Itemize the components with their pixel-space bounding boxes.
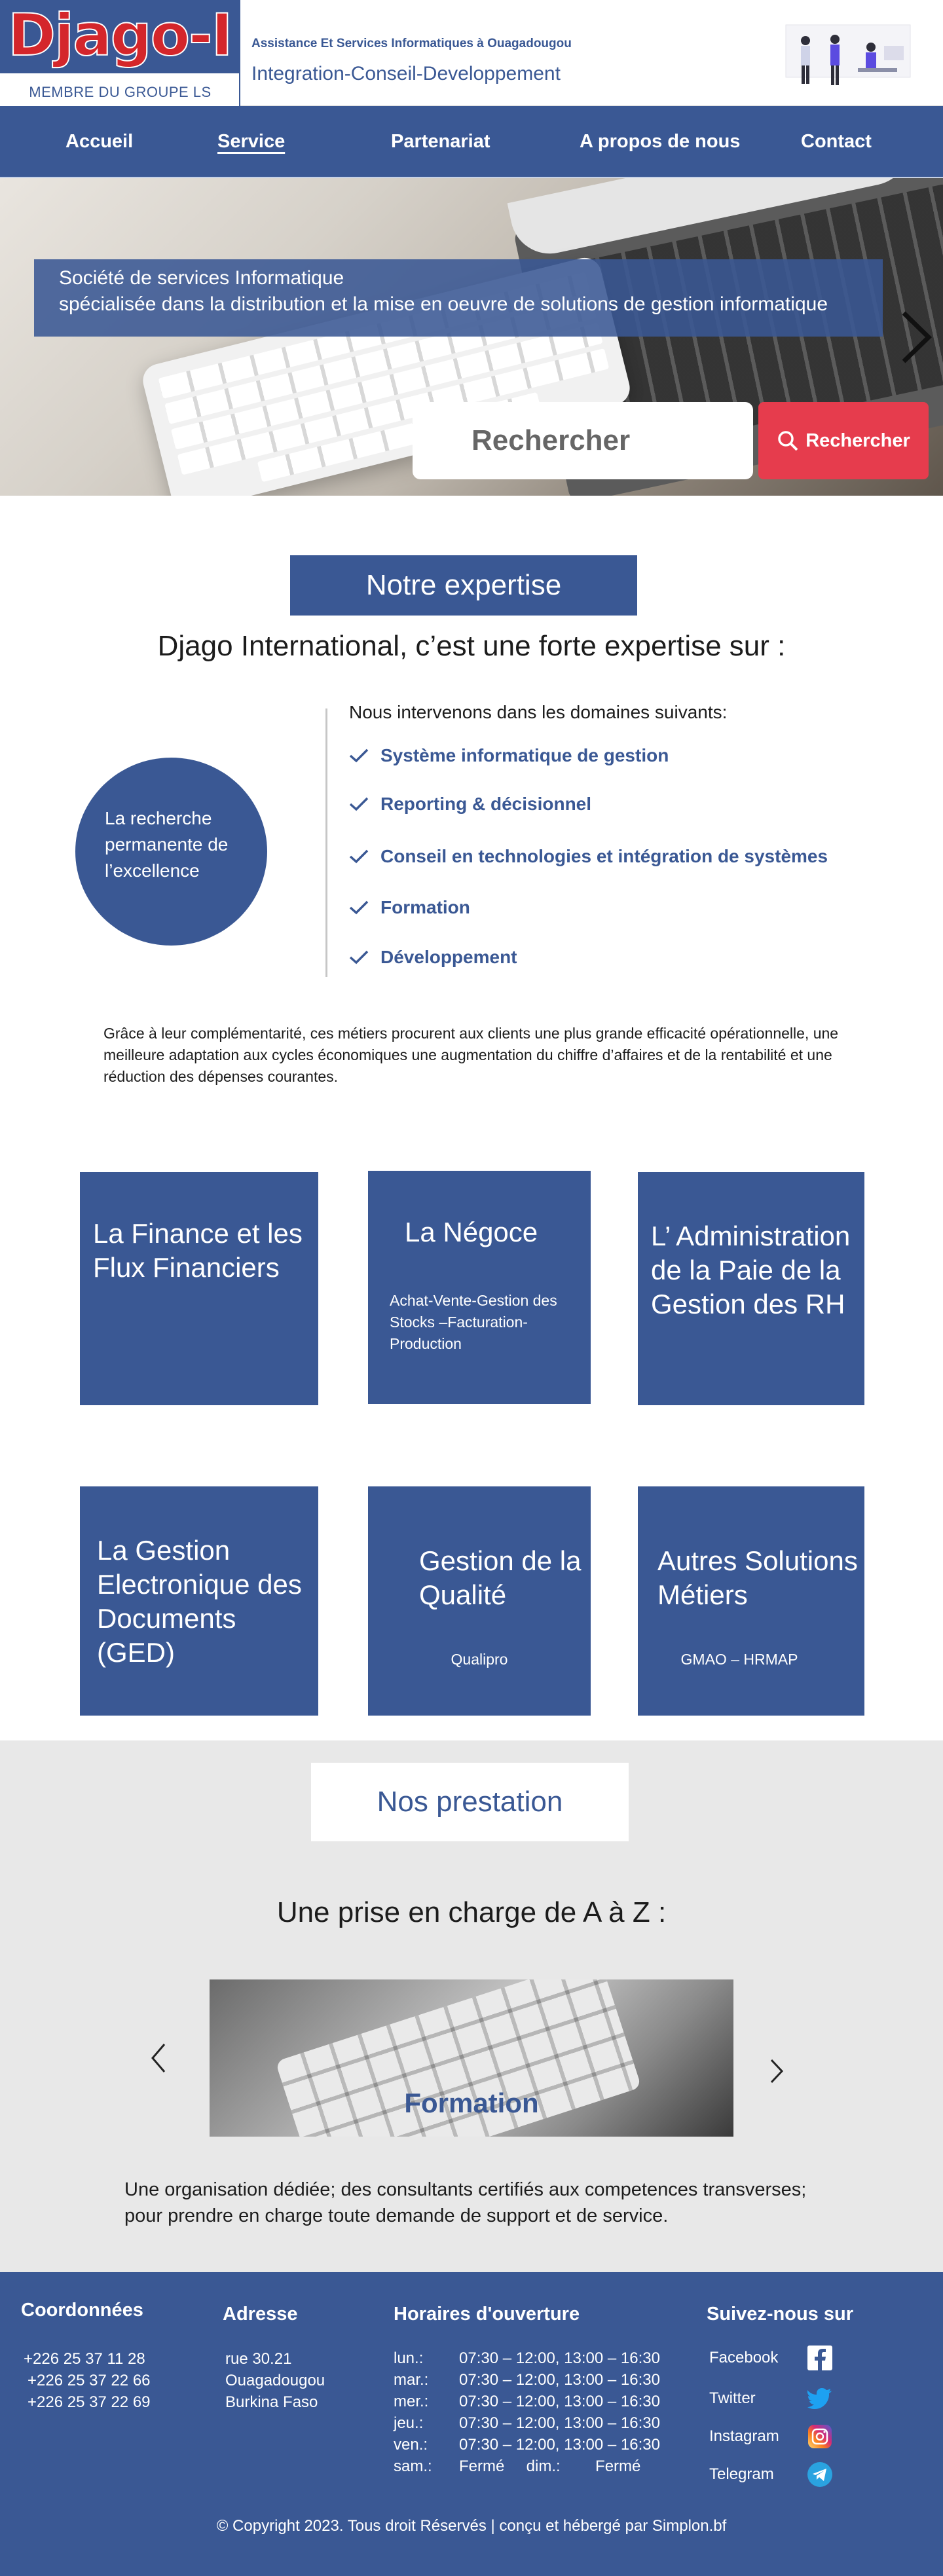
social-instagram[interactable]: Instagram — [709, 2424, 832, 2449]
prestation-subtitle: Une prise en charge de A à Z : — [276, 1896, 667, 1928]
excellence-circle-text: La recherche permanente de l’excellence — [105, 808, 229, 881]
footer-phone[interactable]: +226 25 37 22 69 — [28, 2391, 151, 2413]
hours-row: jeu.: 07:30 – 12:00, 13:00 – 16:30 — [394, 2414, 660, 2432]
carousel-next-icon[interactable] — [766, 2055, 788, 2088]
prestation-title: Nos prestation — [377, 1786, 563, 1818]
nav-partenariat[interactable]: Partenariat — [391, 131, 490, 153]
search-input[interactable] — [413, 402, 753, 479]
card-negoce[interactable]: La Négoce Achat-Vente-Gestion des Stocks… — [368, 1171, 591, 1404]
card-title: La Négoce — [405, 1217, 538, 1247]
social-facebook[interactable]: Facebook — [709, 2346, 832, 2370]
card-autres-solutions[interactable]: Autres Solutions Métiers GMAO – HRMAP — [638, 1486, 864, 1716]
prestation-title-box: Nos prestation — [311, 1763, 629, 1841]
footer-phone[interactable]: +226 25 37 22 66 — [28, 2370, 151, 2391]
hero-next-arrow-icon[interactable] — [895, 308, 934, 367]
expertise-title-box: Notre expertise — [290, 555, 637, 616]
copyright: © Copyright 2023. Tous droit Réservés | … — [216, 2517, 727, 2535]
check-icon — [349, 748, 369, 763]
card-title: Autres Solutions Métiers — [657, 1545, 858, 1610]
footer-hours-title: Horaires d'ouverture — [394, 2304, 580, 2325]
check-icon — [349, 900, 369, 915]
divider — [325, 708, 327, 977]
nav-a-propos[interactable]: A propos de nous — [580, 131, 740, 153]
social-telegram[interactable]: Telegram — [709, 2462, 832, 2487]
domain-item: Conseil en technologies et intégration d… — [349, 846, 828, 867]
card-paie-rh[interactable]: L’ Administration de la Paie de la Gesti… — [638, 1172, 864, 1405]
header-tagline-main: Integration-Conseil-Developpement — [251, 63, 561, 84]
card-title: Gestion de la Qualité — [419, 1545, 582, 1610]
footer-address-line: rue 30.21 — [225, 2350, 292, 2368]
footer-coords-title: Coordonnées — [21, 2300, 143, 2321]
nav-accueil[interactable]: Accueil — [65, 131, 133, 153]
footer-address-line: Burkina Faso — [225, 2393, 318, 2411]
expertise-paragraph: Grâce à leur complémentarité, ces métier… — [103, 1025, 839, 1085]
carousel-caption: Formation — [404, 2088, 539, 2118]
team-illustration — [773, 20, 917, 97]
search-button-label: Rechercher — [805, 430, 910, 451]
expertise-subtitle: Djago International, c’est une forte exp… — [157, 630, 786, 662]
footer-phone[interactable]: +226 25 37 11 28 — [24, 2348, 145, 2370]
hero-caption-line2: spécialisée dans la distribution et la m… — [59, 293, 828, 315]
instagram-icon — [807, 2424, 832, 2449]
nav-contact[interactable]: Contact — [801, 131, 872, 153]
expertise-title: Notre expertise — [365, 569, 562, 601]
hours-row: ven.: 07:30 – 12:00, 13:00 – 16:30 — [394, 2436, 660, 2454]
telegram-icon — [807, 2462, 832, 2487]
domains-intro: Nous intervenons dans les domaines suiva… — [349, 702, 728, 722]
footer-address-line: Ouagadougou — [225, 2372, 325, 2389]
card-qualite[interactable]: Gestion de la Qualité Qualipro — [368, 1486, 591, 1716]
social-twitter[interactable]: Twitter — [709, 2386, 832, 2411]
footer-address-title: Adresse — [223, 2304, 298, 2325]
logo-subtitle: MEMBRE DU GROUPE LS — [29, 84, 212, 100]
check-icon — [349, 849, 369, 864]
card-title: L’ Administration de la Paie de la Gesti… — [651, 1221, 851, 1319]
check-icon — [349, 950, 369, 965]
domain-item: Système informatique de gestion — [349, 745, 669, 766]
logo-text: Djago-I — [7, 1, 233, 69]
hours-row: lun.: 07:30 – 12:00, 13:00 – 16:30 — [394, 2349, 660, 2367]
footer-social-title: Suivez-nous sur — [707, 2304, 853, 2325]
nav-service[interactable]: Service — [217, 131, 285, 153]
search-icon — [778, 431, 798, 451]
card-finance[interactable]: La Finance et les Flux Financiers — [80, 1172, 318, 1405]
hero-caption-line1: Société de services Informatique — [59, 267, 344, 289]
main-nav: Accueil Service Partenariat A propos de … — [0, 106, 943, 178]
search-button[interactable]: Rechercher — [758, 402, 929, 479]
card-title: La Gestion Electronique des Documents (G… — [97, 1535, 302, 1668]
carousel-prev-icon[interactable] — [147, 2042, 170, 2074]
hours-row: mer.: 07:30 – 12:00, 13:00 – 16:30 — [394, 2393, 660, 2410]
card-title: La Finance et les Flux Financiers — [93, 1218, 303, 1283]
domain-item: Formation — [349, 897, 470, 918]
hours-row: mar.: 07:30 – 12:00, 13:00 – 16:30 — [394, 2371, 660, 2389]
card-subtitle: GMAO – HRMAP — [680, 1651, 798, 1668]
prestation-paragraph: Une organisation dédiée; des consultants… — [124, 2179, 807, 2226]
domain-item: Développement — [349, 947, 517, 968]
check-icon — [349, 797, 369, 811]
logo[interactable]: Djago-I MEMBRE DU GROUPE LS — [0, 0, 240, 106]
card-ged[interactable]: La Gestion Electronique des Documents (G… — [80, 1486, 318, 1716]
card-subtitle: Qualipro — [451, 1651, 508, 1668]
facebook-icon — [807, 2346, 832, 2370]
twitter-icon — [807, 2386, 832, 2411]
site-header: Djago-I MEMBRE DU GROUPE LS Assistance E… — [0, 0, 943, 106]
header-tagline-small: Assistance Et Services Informatiques à O… — [251, 37, 572, 50]
card-subtitle: Achat-Vente-Gestion des Stocks –Facturat… — [390, 1292, 557, 1352]
domain-item: Reporting & décisionnel — [349, 794, 591, 815]
hours-row: sam.: Fermé dim.: Fermé — [394, 2457, 641, 2475]
